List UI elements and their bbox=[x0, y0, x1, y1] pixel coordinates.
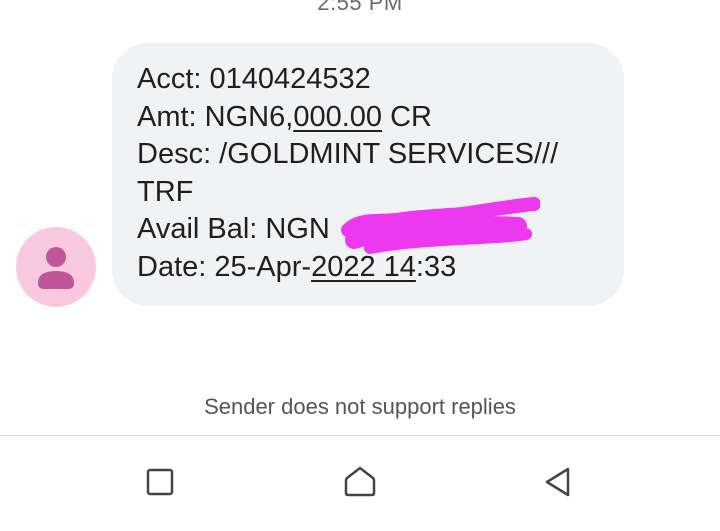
account-number: 0140424532 bbox=[209, 63, 371, 95]
account-label: Acct: bbox=[137, 63, 210, 95]
message-bubble[interactable]: Acct: 0140424532 Amt: NGN6,000.00 CR Des… bbox=[112, 43, 624, 306]
nav-bar-divider bbox=[0, 435, 720, 436]
amount-label: Amt: NGN6, bbox=[137, 100, 294, 133]
sender-avatar[interactable] bbox=[16, 227, 96, 307]
amount-link[interactable]: 000.00 bbox=[293, 101, 382, 133]
message-thread-screen: 2:55 PM Acct: 0140424532 Amt: NGN6,000.0… bbox=[0, 0, 720, 531]
message-timestamp: 2:55 PM bbox=[317, 0, 403, 15]
description-line: Desc: /GOLDMINT SERVICES/// bbox=[137, 138, 559, 170]
nav-recents-button[interactable] bbox=[140, 462, 180, 502]
nav-home-button[interactable] bbox=[340, 462, 380, 502]
person-icon bbox=[38, 247, 74, 289]
account-line: Acct: 0140424532 bbox=[137, 61, 600, 99]
back-triangle-icon bbox=[545, 467, 570, 497]
home-icon bbox=[344, 466, 376, 497]
date-label: Date: 25-Apr- bbox=[137, 250, 312, 283]
balance-redaction-scribble bbox=[341, 197, 540, 254]
reply-not-supported-notice: Sender does not support replies bbox=[204, 394, 516, 419]
amount-line: Amt: NGN6,000.00 CR bbox=[137, 99, 600, 137]
balance-label: Avail Bal: NGN bbox=[137, 213, 330, 245]
square-icon bbox=[146, 468, 174, 496]
amount-suffix: CR bbox=[382, 100, 432, 133]
nav-back-button[interactable] bbox=[538, 462, 578, 502]
